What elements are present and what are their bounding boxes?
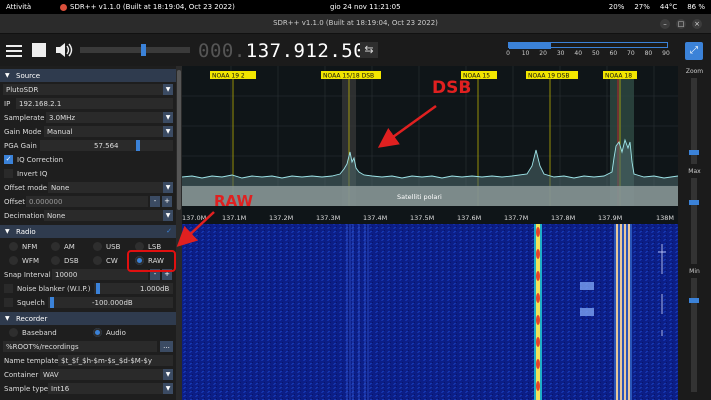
raw-arrow: [176, 211, 215, 247]
annotation-arrows: [176, 104, 437, 247]
dsb-arrow: [377, 104, 437, 148]
screen: Attività SDR++ v1.1.0 (Built at 18:19:04…: [0, 0, 711, 400]
